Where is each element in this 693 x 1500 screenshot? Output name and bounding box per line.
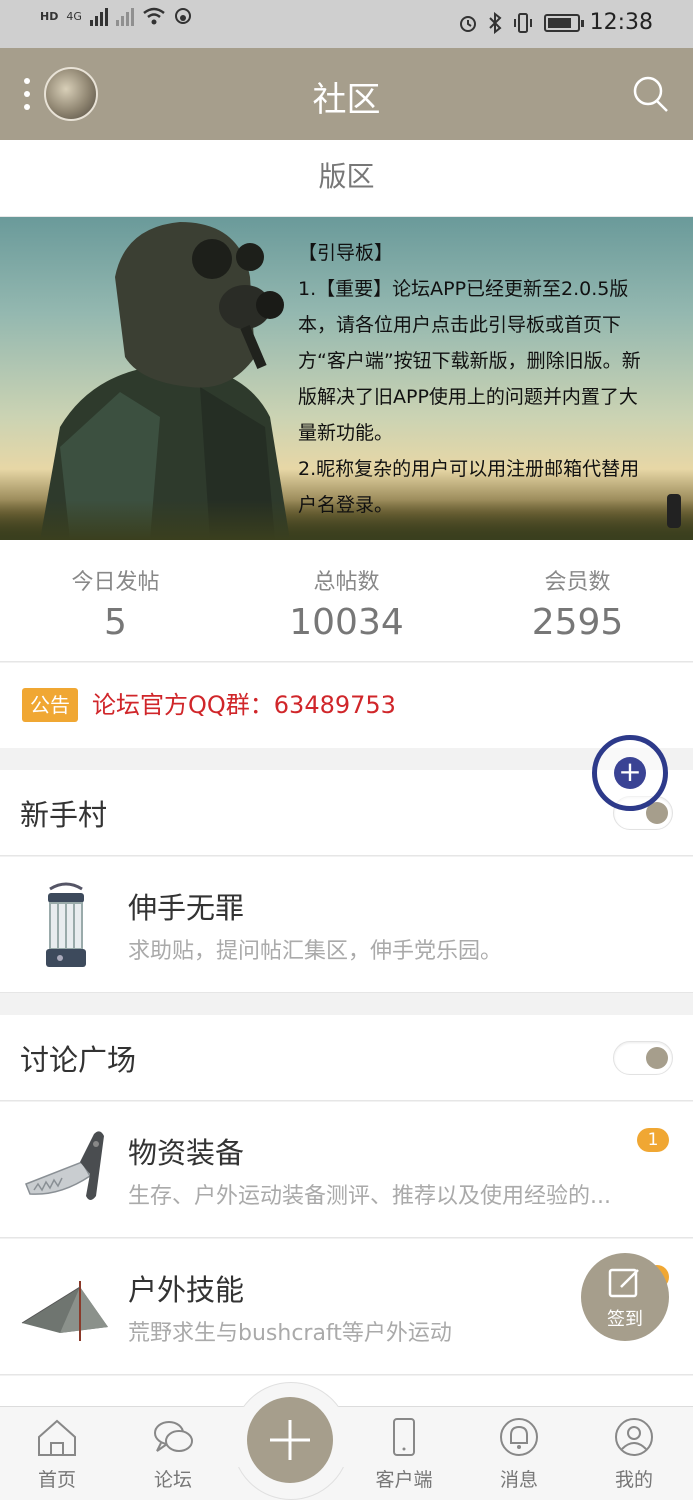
unread-count-badge: 1 xyxy=(637,1128,669,1152)
app-header: 社区 xyxy=(0,48,693,140)
forum-name: 户外技能 xyxy=(128,1273,245,1307)
notice-bar[interactable]: 公告 论坛官方QQ群：63489753 xyxy=(0,663,693,748)
status-time: 12:38 xyxy=(589,10,653,35)
network-4g-label: 4G xyxy=(66,9,82,23)
guide-banner[interactable]: 【引导板】 1.【重要】论坛APP已经更新至2.0.5版 本，请各位用户点击此引… xyxy=(0,217,693,540)
status-right: 12:38 xyxy=(458,10,653,35)
forum-item[interactable]: 物资装备 生存、户外运动装备测评、推荐以及使用经验的... 1 xyxy=(0,1102,693,1238)
phone-icon xyxy=(393,1418,415,1456)
hotspot-icon xyxy=(174,8,191,24)
group-title: 讨论广场 xyxy=(20,1043,137,1077)
alarm-icon xyxy=(459,15,476,32)
wifi-icon xyxy=(143,7,165,25)
nav-label: 我的 xyxy=(614,1469,653,1491)
vibrate-icon xyxy=(513,12,532,33)
nav-add-button[interactable] xyxy=(247,1397,333,1483)
group-title: 新手村 xyxy=(20,798,108,832)
forum-item[interactable]: 伸手无罪 求助贴，提问帖汇集区，伸手党乐园。 xyxy=(0,857,693,993)
checkin-label: 签到 xyxy=(607,1309,643,1330)
stat-total-posts: 总帖数 10034 xyxy=(231,540,462,661)
knife-icon xyxy=(25,1131,104,1200)
stat-label: 总帖数 xyxy=(313,570,380,595)
signal-icon xyxy=(89,6,108,26)
nav-home[interactable]: 首页 xyxy=(12,1417,102,1492)
stat-value: 5 xyxy=(104,602,127,643)
plus-icon xyxy=(270,1420,310,1460)
status-bar: HD 4G 12:38 xyxy=(0,0,693,48)
bluetooth-icon xyxy=(488,11,502,34)
nav-label: 论坛 xyxy=(153,1469,192,1491)
bell-icon xyxy=(500,1418,538,1456)
banner-scrollbar[interactable] xyxy=(667,494,681,528)
notice-label: 论坛官方QQ群： xyxy=(92,691,274,719)
status-left: HD 4G xyxy=(40,6,192,26)
plus-icon: + xyxy=(614,757,646,789)
stat-label: 今日发帖 xyxy=(71,570,160,595)
tent-icon xyxy=(21,1281,108,1341)
nav-label: 首页 xyxy=(37,1469,76,1491)
user-icon xyxy=(615,1418,653,1456)
banner-line: 1.【重要】论坛APP已经更新至2.0.5版 xyxy=(298,278,629,300)
banner-line: 版解决了旧APP使用上的问题并内置了大 xyxy=(298,386,638,408)
banner-line: 本，请各位用户点击此引导板或首页下 xyxy=(298,314,622,336)
notice-number: 63489753 xyxy=(273,691,396,719)
group-toggle[interactable] xyxy=(613,1041,673,1075)
nav-forum[interactable]: 论坛 xyxy=(128,1417,218,1492)
stat-value: 10034 xyxy=(289,602,404,643)
checkin-button[interactable]: 签到 xyxy=(581,1253,669,1341)
banner-line: 方“客户端”按钮下载新版，删除旧版。新 xyxy=(298,350,641,372)
nav-label: 客户端 xyxy=(375,1469,433,1491)
stat-label: 会员数 xyxy=(544,570,611,595)
signal-2-icon xyxy=(115,6,134,26)
banner-line: 2.昵称复杂的用户可以用注册邮箱代替用 xyxy=(298,458,640,480)
group-header-newbie: 新手村 xyxy=(0,770,693,856)
notice-text: 论坛官方QQ群：63489753 xyxy=(92,685,396,725)
chat-icon xyxy=(154,1421,193,1452)
hd-label: HD xyxy=(40,9,59,23)
nav-label: 消息 xyxy=(499,1469,538,1491)
forum-stats: 今日发帖 5 总帖数 10034 会员数 2595 xyxy=(0,540,693,662)
floating-add-button[interactable]: + xyxy=(592,735,668,811)
forum-desc: 生存、户外运动装备测评、推荐以及使用经验的... xyxy=(128,1184,611,1209)
page-title: 社区 xyxy=(312,80,381,120)
notice-badge: 公告 xyxy=(22,688,78,722)
banner-line: 【引导板】 xyxy=(298,242,394,264)
nav-profile[interactable]: 我的 xyxy=(589,1417,679,1492)
group-header-discussion: 讨论广场 xyxy=(0,1015,693,1101)
forum-name: 伸手无罪 xyxy=(128,891,245,925)
home-icon xyxy=(38,1419,76,1456)
forum-name: 物资装备 xyxy=(128,1136,245,1170)
search-icon[interactable] xyxy=(631,74,671,114)
stat-value: 2595 xyxy=(531,602,624,643)
nav-messages[interactable]: 消息 xyxy=(474,1417,564,1492)
banner-text: 【引导板】 1.【重要】论坛APP已经更新至2.0.5版 本，请各位用户点击此引… xyxy=(298,235,688,523)
nav-client[interactable]: 客户端 xyxy=(359,1417,449,1492)
battery-icon xyxy=(543,13,584,32)
forum-desc: 求助贴，提问帖汇集区，伸手党乐园。 xyxy=(128,939,503,964)
banner-line: 户名登录。 xyxy=(298,494,394,516)
lantern-icon xyxy=(46,882,86,967)
stat-members: 会员数 2595 xyxy=(462,540,693,661)
banner-line: 量新功能。 xyxy=(298,422,394,444)
section-title: 版区 xyxy=(0,140,693,217)
toggle-knob xyxy=(646,1047,668,1069)
edit-icon xyxy=(608,1268,639,1298)
stat-today-posts: 今日发帖 5 xyxy=(0,540,231,661)
